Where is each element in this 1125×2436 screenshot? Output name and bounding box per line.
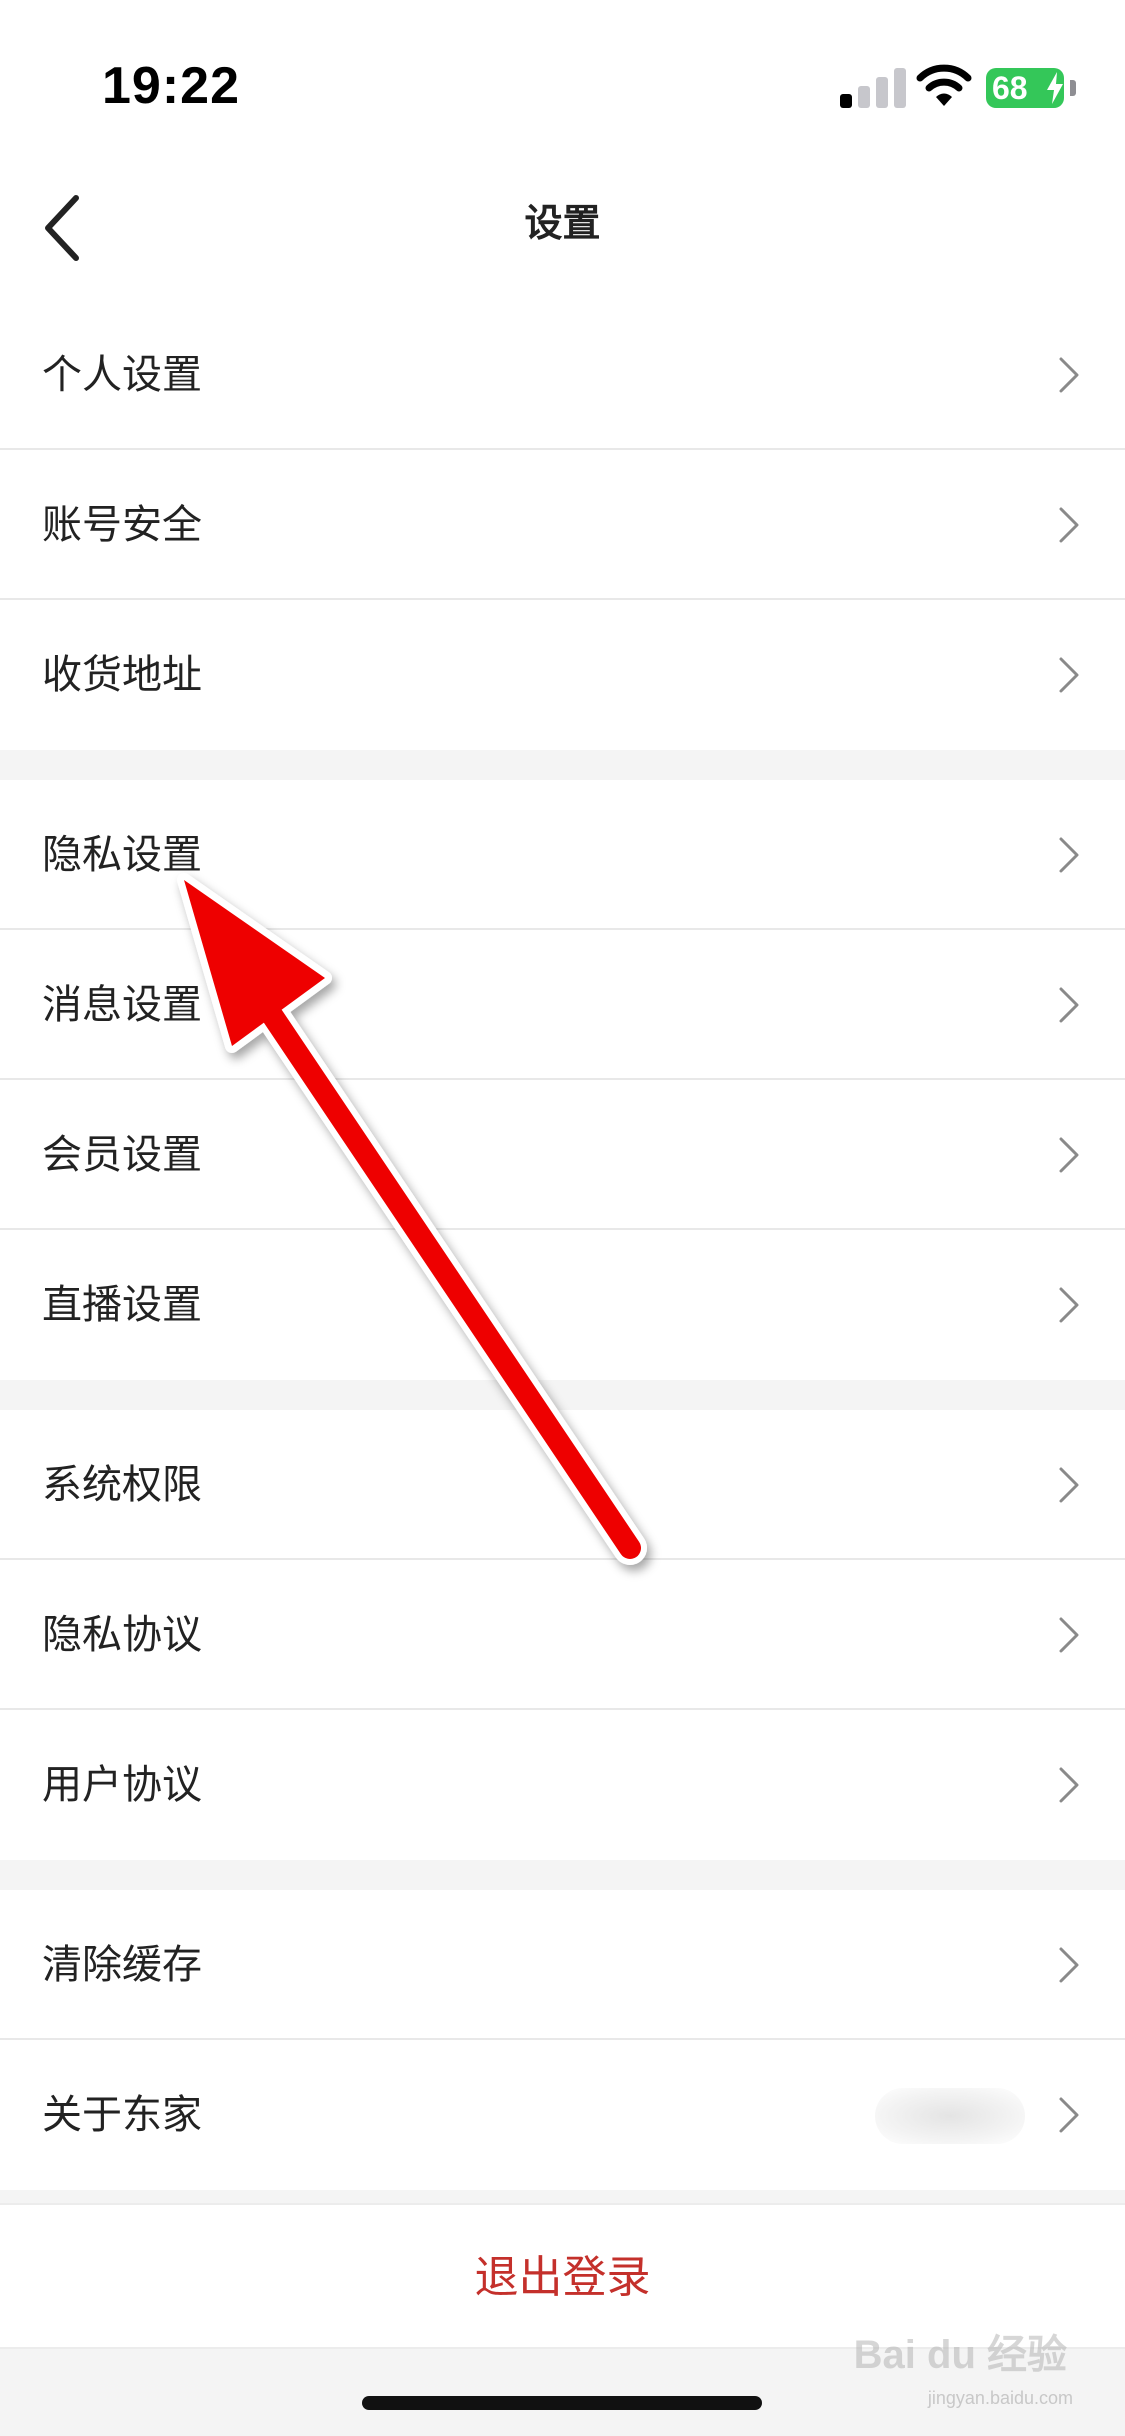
- chevron-right-icon: [1059, 987, 1079, 1023]
- page-title: 设置: [524, 201, 601, 245]
- settings-group: 个人设置账号安全收货地址: [0, 300, 1125, 750]
- blurred-version-value: [875, 2088, 1025, 2144]
- chevron-right-icon: [1059, 1617, 1079, 1653]
- chevron-right-icon: [1059, 657, 1079, 693]
- chevron-right-icon: [1059, 837, 1079, 873]
- chevron-right-icon: [1059, 1767, 1079, 1803]
- settings-item-label: 清除缓存: [42, 1942, 202, 1988]
- settings-item-label: 收货地址: [42, 652, 202, 698]
- cellular-signal-icon: [840, 66, 906, 108]
- settings-item[interactable]: 账号安全: [0, 450, 1125, 600]
- settings-item-label: 直播设置: [42, 1282, 202, 1328]
- settings-item-label: 用户协议: [42, 1762, 202, 1808]
- settings-list: 个人设置账号安全收货地址隐私设置消息设置会员设置直播设置系统权限隐私协议用户协议…: [0, 300, 1125, 2220]
- battery-icon: 68: [986, 68, 1076, 108]
- navigation-bar: 设置: [0, 170, 1125, 300]
- status-bar: 19:22 68: [0, 0, 1125, 170]
- chevron-right-icon: [1059, 1287, 1079, 1323]
- settings-item-label: 隐私协议: [42, 1612, 202, 1658]
- settings-item-label: 个人设置: [42, 352, 202, 398]
- chevron-right-icon: [1059, 2097, 1079, 2133]
- settings-item-label: 消息设置: [42, 982, 202, 1028]
- settings-item[interactable]: 隐私设置: [0, 780, 1125, 930]
- settings-item[interactable]: 直播设置: [0, 1230, 1125, 1380]
- settings-item[interactable]: 会员设置: [0, 1080, 1125, 1230]
- settings-item[interactable]: 个人设置: [0, 300, 1125, 450]
- chevron-right-icon: [1059, 1947, 1079, 1983]
- settings-item-label: 隐私设置: [42, 832, 202, 878]
- settings-item[interactable]: 清除缓存: [0, 1890, 1125, 2040]
- status-time: 19:22: [102, 57, 240, 115]
- chevron-right-icon: [1059, 1467, 1079, 1503]
- settings-item-label: 账号安全: [42, 502, 202, 548]
- settings-item[interactable]: 隐私协议: [0, 1560, 1125, 1710]
- settings-item[interactable]: 关于东家: [0, 2040, 1125, 2190]
- settings-group: 清除缓存 关于东家: [0, 1890, 1125, 2190]
- chevron-right-icon: [1059, 357, 1079, 393]
- battery-level: 68: [992, 70, 1028, 106]
- settings-item[interactable]: 系统权限: [0, 1410, 1125, 1560]
- battery-tip: [1070, 80, 1076, 96]
- chevron-right-icon: [1059, 507, 1079, 543]
- wifi-icon: [916, 64, 972, 106]
- chevron-right-icon: [1059, 1137, 1079, 1173]
- settings-group: 系统权限隐私协议用户协议: [0, 1410, 1125, 1860]
- settings-item-label: 系统权限: [42, 1462, 202, 1508]
- charging-bolt-icon: [1047, 72, 1063, 104]
- settings-item-label: 关于东家: [42, 2092, 202, 2138]
- settings-item[interactable]: 用户协议: [0, 1710, 1125, 1860]
- watermark-subtext: jingyan.baidu.com: [927, 2388, 1073, 2408]
- settings-item[interactable]: 收货地址: [0, 600, 1125, 750]
- settings-item-label: 会员设置: [42, 1132, 202, 1178]
- watermark-text: Bai du 经验: [853, 2333, 1067, 2377]
- home-indicator[interactable]: [362, 2396, 762, 2410]
- settings-item[interactable]: 消息设置: [0, 930, 1125, 1080]
- settings-group: 隐私设置消息设置会员设置直播设置: [0, 780, 1125, 1380]
